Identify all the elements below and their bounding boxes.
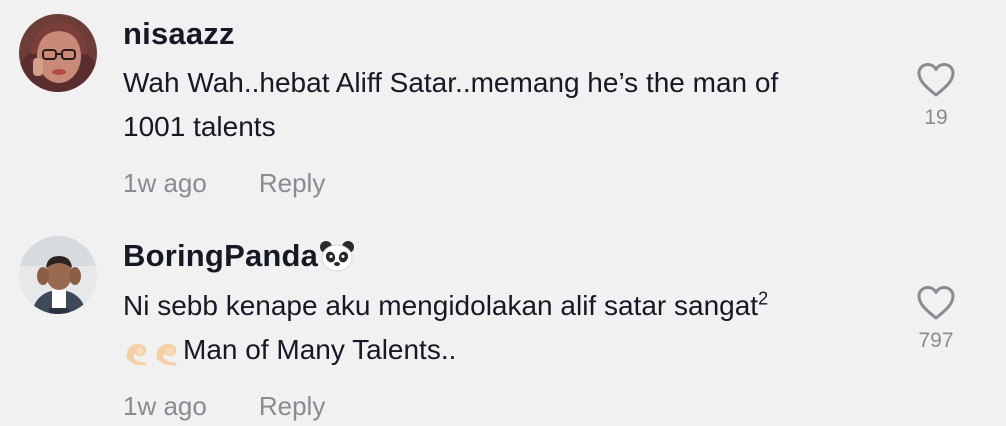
pinched-fingers-icon bbox=[156, 343, 177, 366]
like-button[interactable]: 19 bbox=[896, 62, 976, 130]
timestamp: 1w ago bbox=[123, 391, 207, 421]
panda-face-icon bbox=[320, 241, 355, 272]
avatar[interactable] bbox=[19, 14, 97, 92]
comment-meta: 1w ago Reply bbox=[123, 168, 325, 199]
avatar-man-covering-ears-icon bbox=[19, 236, 97, 314]
avatar[interactable] bbox=[19, 236, 97, 314]
comment-text: Wah Wah..hebat Aliff Satar..memang he’s … bbox=[123, 67, 779, 142]
like-count: 19 bbox=[924, 106, 948, 129]
pinched-fingers-icon bbox=[126, 343, 147, 366]
like-count: 797 bbox=[918, 329, 954, 352]
timestamp: 1w ago bbox=[123, 168, 207, 198]
heart-icon bbox=[917, 63, 955, 97]
reply-button[interactable]: Reply bbox=[259, 168, 325, 198]
comment-meta: 1w ago Reply bbox=[123, 391, 325, 422]
heart-icon bbox=[917, 286, 955, 320]
username[interactable]: BoringPanda bbox=[123, 238, 355, 274]
comment-text: Ni sebb kenape aku mengidolakan alif sat… bbox=[123, 288, 769, 366]
avatar-hijab-glasses-icon bbox=[19, 14, 97, 92]
like-button[interactable]: 797 bbox=[896, 285, 976, 353]
username[interactable]: nisaazz bbox=[123, 16, 235, 52]
reply-button[interactable]: Reply bbox=[259, 391, 325, 421]
